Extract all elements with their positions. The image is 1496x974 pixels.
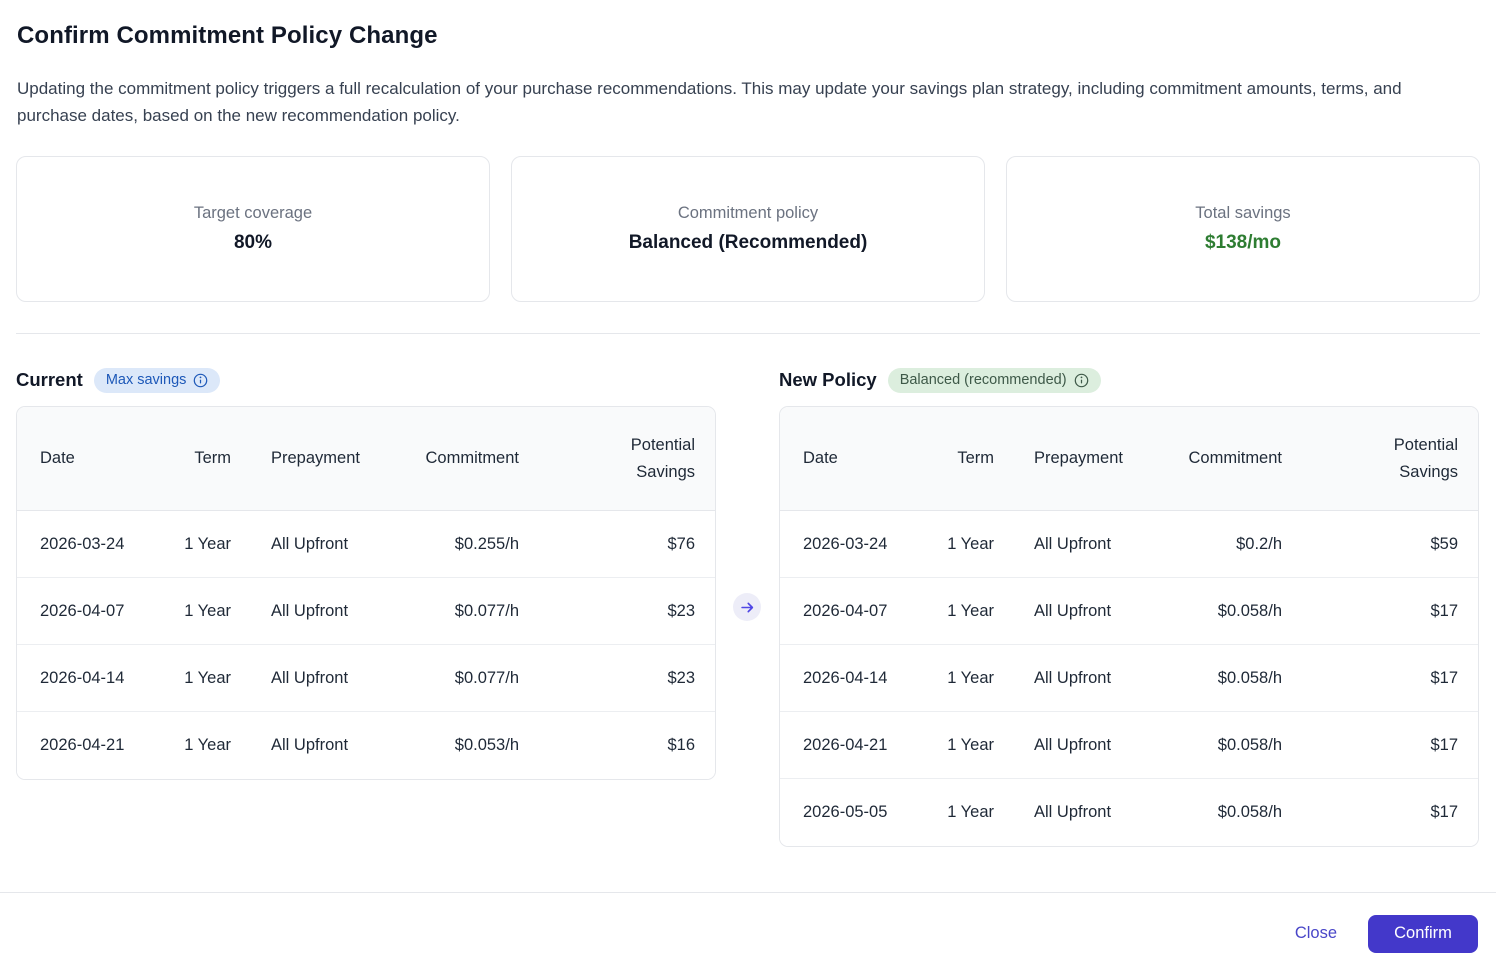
header-commitment: Commitment [1170, 407, 1298, 511]
table-row: 2026-04-14 1 Year All Upfront $0.077/h $… [17, 645, 715, 712]
cell-potential-savings: $23 [535, 645, 715, 712]
policy-comparison-section: Current Max savings Date Term Prepayment… [16, 366, 1480, 847]
cell-potential-savings: $17 [1298, 645, 1478, 712]
cell-prepayment: All Upfront [247, 511, 407, 578]
total-savings-value: $138/mo [1204, 232, 1282, 253]
target-coverage-label: Target coverage [193, 204, 313, 222]
commitment-policy-card: Commitment policy Balanced (Recommended) [511, 156, 985, 302]
cell-potential-savings: $17 [1298, 712, 1478, 779]
cell-prepayment: All Upfront [1010, 511, 1170, 578]
cell-date: 2026-04-21 [780, 712, 930, 779]
header-commitment: Commitment [407, 407, 535, 511]
header-potential-savings: Potential Savings [535, 407, 715, 511]
info-circle-icon[interactable] [193, 373, 208, 388]
section-divider [16, 333, 1480, 334]
header-date: Date [17, 407, 167, 511]
dialog-footer: Close Confirm [0, 892, 1496, 974]
current-policy-table: Date Term Prepayment Commitment Potentia… [16, 406, 716, 780]
header-potential-savings: Potential Savings [1298, 407, 1478, 511]
cell-prepayment: All Upfront [1010, 779, 1170, 846]
cell-potential-savings: $17 [1298, 779, 1478, 846]
cell-prepayment: All Upfront [1010, 578, 1170, 645]
close-button[interactable]: Close [1291, 918, 1341, 949]
commitment-policy-value: Balanced (Recommended) [628, 232, 868, 253]
cell-date: 2026-04-14 [17, 645, 167, 712]
cell-term: 1 Year [930, 712, 1010, 779]
cell-term: 1 Year [930, 578, 1010, 645]
cell-prepayment: All Upfront [1010, 712, 1170, 779]
cell-commitment: $0.053/h [407, 712, 535, 779]
cell-prepayment: All Upfront [247, 578, 407, 645]
cell-date: 2026-04-21 [17, 712, 167, 779]
cell-commitment: $0.058/h [1170, 779, 1298, 846]
info-circle-icon[interactable] [1074, 373, 1089, 388]
cell-potential-savings: $76 [535, 511, 715, 578]
new-policy-column: New Policy Balanced (recommended) Date T… [779, 366, 1479, 847]
dialog-title: Confirm Commitment Policy Change [17, 22, 438, 49]
cell-date: 2026-04-07 [780, 578, 930, 645]
cell-term: 1 Year [167, 511, 247, 578]
arrow-right-icon [733, 593, 761, 621]
cell-prepayment: All Upfront [247, 712, 407, 779]
max-savings-badge[interactable]: Max savings [93, 367, 221, 393]
balanced-recommended-badge[interactable]: Balanced (recommended) [887, 367, 1101, 393]
cell-term: 1 Year [167, 578, 247, 645]
cell-term: 1 Year [167, 712, 247, 779]
current-policy-header: Current Max savings [16, 366, 714, 394]
table-row: 2026-03-24 1 Year All Upfront $0.2/h $59 [780, 511, 1478, 578]
new-policy-header: New Policy Balanced (recommended) [779, 366, 1477, 394]
header-prepayment: Prepayment [247, 407, 407, 511]
header-prepayment: Prepayment [1010, 407, 1170, 511]
table-row: 2026-04-07 1 Year All Upfront $0.077/h $… [17, 578, 715, 645]
table-header-row: Date Term Prepayment Commitment Potentia… [780, 407, 1478, 511]
cell-date: 2026-05-05 [780, 779, 930, 846]
badge-label: Balanced (recommended) [899, 371, 1067, 388]
table-row: 2026-04-21 1 Year All Upfront $0.058/h $… [780, 712, 1478, 779]
header-date: Date [780, 407, 930, 511]
table-row: 2026-04-07 1 Year All Upfront $0.058/h $… [780, 578, 1478, 645]
cell-date: 2026-04-07 [17, 578, 167, 645]
cell-commitment: $0.058/h [1170, 712, 1298, 779]
confirm-policy-change-dialog: Confirm Commitment Policy Change Updatin… [0, 21, 1496, 974]
header-term: Term [930, 407, 1010, 511]
commitment-policy-label: Commitment policy [677, 204, 819, 222]
cell-prepayment: All Upfront [1010, 645, 1170, 712]
table-header-row: Date Term Prepayment Commitment Potentia… [17, 407, 715, 511]
confirm-button[interactable]: Confirm [1368, 914, 1478, 953]
cell-term: 1 Year [930, 779, 1010, 846]
cell-term: 1 Year [930, 511, 1010, 578]
cell-term: 1 Year [930, 645, 1010, 712]
cell-potential-savings: $59 [1298, 511, 1478, 578]
cell-date: 2026-04-14 [780, 645, 930, 712]
target-coverage-value: 80% [233, 232, 273, 253]
cell-commitment: $0.058/h [1170, 645, 1298, 712]
cell-commitment: $0.077/h [407, 578, 535, 645]
cell-commitment: $0.058/h [1170, 578, 1298, 645]
cell-commitment: $0.077/h [407, 645, 535, 712]
table-row: 2026-03-24 1 Year All Upfront $0.255/h $… [17, 511, 715, 578]
cell-commitment: $0.255/h [407, 511, 535, 578]
new-policy-table: Date Term Prepayment Commitment Potentia… [779, 406, 1479, 847]
header-term: Term [167, 407, 247, 511]
cell-potential-savings: $16 [535, 712, 715, 779]
new-policy-heading: New Policy [779, 369, 877, 390]
dialog-description: Updating the commitment policy triggers … [17, 79, 1402, 125]
cell-potential-savings: $23 [535, 578, 715, 645]
total-savings-card: Total savings $138/mo [1006, 156, 1480, 302]
badge-label: Max savings [105, 371, 187, 388]
current-policy-column: Current Max savings Date Term Prepayment… [16, 366, 716, 847]
current-policy-heading: Current [16, 369, 83, 390]
table-row: 2026-04-14 1 Year All Upfront $0.058/h $… [780, 645, 1478, 712]
table-row: 2026-04-21 1 Year All Upfront $0.053/h $… [17, 712, 715, 779]
summary-cards-row: Target coverage 80% Commitment policy Ba… [16, 156, 1480, 302]
cell-date: 2026-03-24 [17, 511, 167, 578]
cell-term: 1 Year [167, 645, 247, 712]
cell-prepayment: All Upfront [247, 645, 407, 712]
total-savings-label: Total savings [1195, 204, 1291, 222]
target-coverage-card: Target coverage 80% [16, 156, 490, 302]
cell-date: 2026-03-24 [780, 511, 930, 578]
cell-potential-savings: $17 [1298, 578, 1478, 645]
cell-commitment: $0.2/h [1170, 511, 1298, 578]
table-row: 2026-05-05 1 Year All Upfront $0.058/h $… [780, 779, 1478, 846]
